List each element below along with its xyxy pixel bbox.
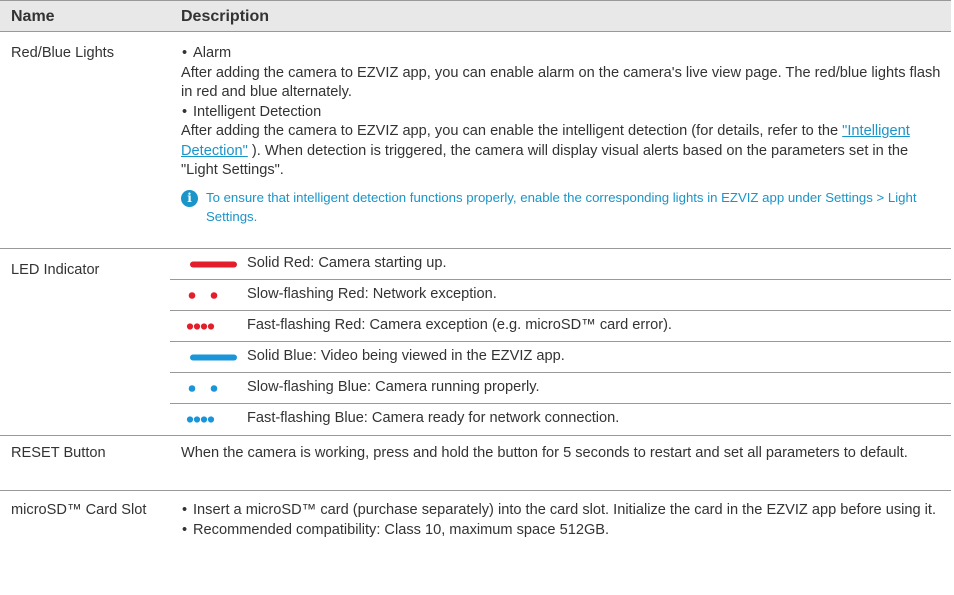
led-item: Slow-flashing Blue: Camera running prope… <box>170 373 951 404</box>
bullet-sd-compat: • Recommended compatibility: Class 10, ma… <box>182 521 610 538</box>
bullet-sd-insert: • Insert a microSD™ card (purchase separa… <box>182 502 937 518</box>
bullet-intelligent-detection: • Intelligent Detection <box>182 103 322 120</box>
table-row-lights: Red/Blue Lights • Alarm After adding the … <box>0 32 951 249</box>
led-dot <box>186 323 194 330</box>
row-name-reset: RESET Button <box>11 445 106 461</box>
row-desc-lights: • Alarm After adding the camera to EZVIZ … <box>181 44 941 227</box>
led-solid-red-icon <box>190 261 237 268</box>
table-header: Name Description <box>0 0 951 32</box>
led-dot <box>210 385 218 392</box>
led-item-text: Fast-flashing Blue: Camera ready for net… <box>247 410 620 426</box>
info-icon: i <box>181 189 198 207</box>
row-name-sd: microSD™ Card Slot <box>11 502 147 518</box>
led-dot <box>186 416 194 423</box>
detection-text-pre: After adding the camera to EZVIZ app, yo… <box>181 123 843 139</box>
row-name-lights: Red/Blue Lights <box>11 45 115 61</box>
table-row-sd: microSD™ Card Slot • Insert a microSD™ ca… <box>0 491 951 595</box>
led-item-text: Solid Blue: Video being viewed in the EZ… <box>247 348 565 364</box>
row-name-led: LED Indicator <box>11 262 100 278</box>
led-item-text: Solid Red: Camera starting up. <box>247 255 447 271</box>
led-dot <box>200 416 208 423</box>
led-item: Fast-flashing Blue: Camera ready for net… <box>170 404 951 436</box>
alarm-text: After adding the camera to EZVIZ app, yo… <box>181 64 941 101</box>
bullet-detection-title: Intelligent Detection <box>193 103 322 120</box>
led-dot <box>210 292 218 299</box>
led-dot <box>207 323 215 330</box>
led-fast-red-icon <box>186 323 215 330</box>
bullet-alarm: • Alarm <box>182 45 232 61</box>
detection-text-post: ). When detection is triggered, the came… <box>181 142 909 179</box>
header-name: Name <box>11 8 55 25</box>
note: i To ensure that intelligent detection f… <box>181 188 941 227</box>
led-item-text: Slow-flashing Blue: Camera running prope… <box>247 379 540 395</box>
sd-compat-text: Recommended compatibility: Class 10, max… <box>193 521 610 538</box>
header-description: Description <box>181 8 270 25</box>
led-item: Slow-flashing Red: Network exception. <box>170 280 951 311</box>
led-item-text: Slow-flashing Red: Network exception. <box>247 286 497 302</box>
note-text: To ensure that intelligent detection fun… <box>206 189 917 225</box>
reset-text: When the camera is working, press and ho… <box>181 445 908 461</box>
led-dot <box>200 323 208 330</box>
sd-insert-text: Insert a microSD™ card (purchase separat… <box>193 502 937 518</box>
led-bar <box>190 354 237 361</box>
led-dot <box>207 416 215 423</box>
led-fast-blue-icon <box>186 416 215 423</box>
led-dot <box>188 292 196 299</box>
led-item: Solid Blue: Video being viewed in the EZ… <box>170 342 951 373</box>
row-desc-sd: • Insert a microSD™ card (purchase separa… <box>181 501 941 540</box>
detection-text: After adding the camera to EZVIZ app, yo… <box>181 122 941 181</box>
led-slow-red-icon <box>188 292 218 299</box>
led-bar <box>190 261 237 268</box>
led-item: Fast-flashing Red: Camera exception (e.g… <box>170 311 951 342</box>
led-solid-blue-icon <box>190 354 237 361</box>
led-item-text: Fast-flashing Red: Camera exception (e.g… <box>247 317 672 333</box>
led-slow-blue-icon <box>188 385 218 392</box>
led-item: Solid Red: Camera starting up. <box>170 249 951 280</box>
bullet-alarm-title: Alarm <box>193 45 232 61</box>
led-dot <box>188 385 196 392</box>
led-dot <box>193 323 201 330</box>
table-row-reset: RESET Button When the camera is working,… <box>0 436 951 491</box>
led-dot <box>193 416 201 423</box>
